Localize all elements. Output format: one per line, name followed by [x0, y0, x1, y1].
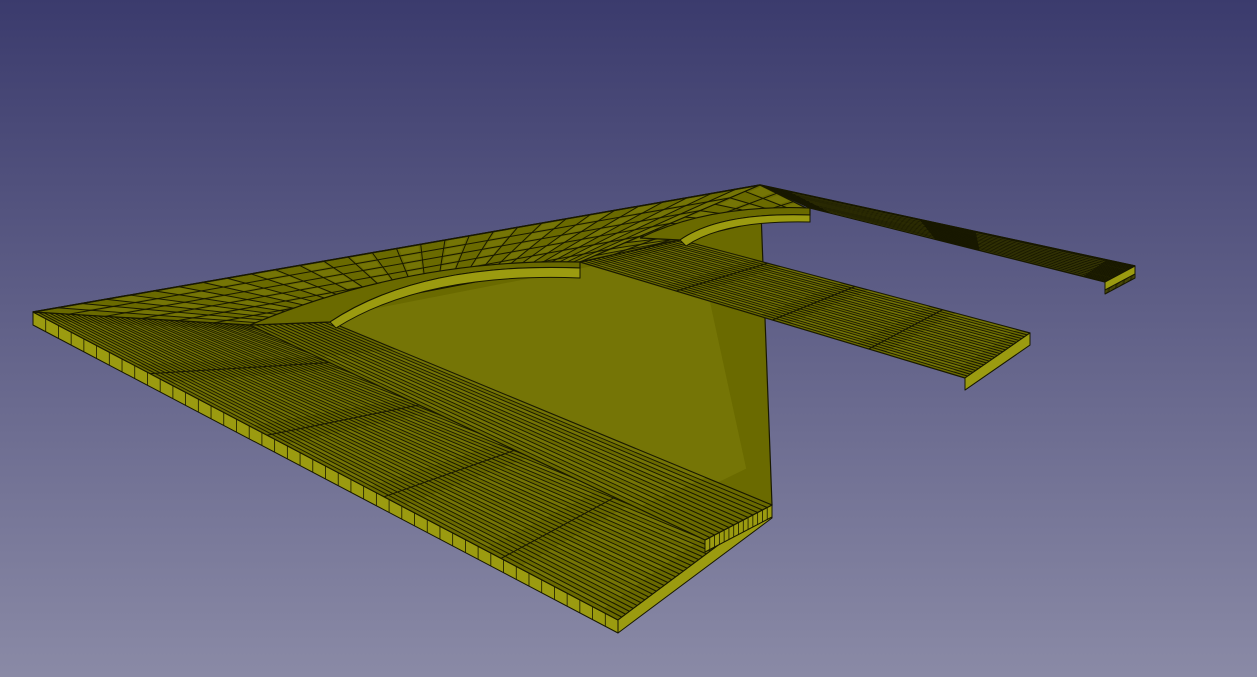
3d-viewport[interactable] [0, 0, 1257, 677]
3d-scene[interactable] [0, 0, 1257, 677]
